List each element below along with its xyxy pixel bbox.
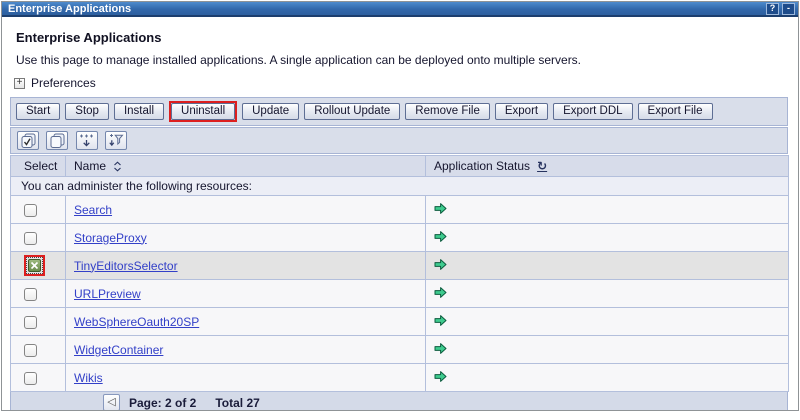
preferences-label: Preferences (31, 76, 96, 90)
select-cell (11, 308, 66, 336)
select-all-icon[interactable] (17, 131, 39, 150)
application-link[interactable]: URLPreview (74, 287, 141, 301)
row-checkbox[interactable] (28, 259, 41, 272)
table-row: TinyEditorsSelector (11, 252, 789, 280)
row-checkbox[interactable] (24, 344, 37, 357)
rollout-update-button[interactable]: Rollout Update (304, 103, 400, 120)
select-cell (11, 364, 66, 392)
select-cell (11, 336, 66, 364)
select-all-glyph (20, 133, 37, 149)
table-row: Search (11, 196, 789, 224)
name-cell: WidgetContainer (66, 336, 426, 364)
previous-page-button[interactable]: ◁ (103, 394, 120, 411)
page-title: Enterprise Applications (16, 30, 798, 45)
page-description: Use this page to manage installed applic… (16, 53, 798, 67)
action-toolbar: Start Stop Install Uninstall Update Rollout U… (10, 97, 788, 126)
row-checkbox[interactable] (24, 232, 37, 245)
status-started-icon (434, 286, 447, 299)
export-ddl-button[interactable]: Export DDL (553, 103, 632, 120)
deselect-all-icon[interactable] (46, 131, 68, 150)
enterprise-applications-window: Enterprise Applications ? - Enterprise A… (1, 1, 799, 411)
window-titlebar: Enterprise Applications ? - (2, 2, 798, 17)
name-cell: WebSphereOauth20SP (66, 308, 426, 336)
status-started-icon (434, 342, 447, 355)
refresh-status-icon[interactable]: ↻ (537, 160, 547, 172)
column-header-status: Application Status ↻ (426, 156, 789, 177)
status-started-icon (434, 258, 447, 271)
application-link[interactable]: Wikis (74, 371, 103, 385)
applications-table: Select Name (10, 155, 789, 392)
highlight-annotation-box: Uninstall (169, 101, 237, 122)
status-started-icon (434, 230, 447, 243)
status-cell (426, 280, 789, 308)
pagination-bar: ◁ Page: 2 of 2 Total 27 (10, 392, 788, 411)
name-cell: URLPreview (66, 280, 426, 308)
sort-icon[interactable] (113, 161, 122, 172)
select-cell (11, 252, 66, 280)
column-header-status-label: Application Status (434, 159, 530, 173)
table-row: StorageProxy (11, 224, 789, 252)
icon-toolbar (10, 127, 788, 154)
update-button[interactable]: Update (242, 103, 299, 120)
name-cell: Search (66, 196, 426, 224)
name-cell: TinyEditorsSelector (66, 252, 426, 280)
table-row: URLPreview (11, 280, 789, 308)
install-button[interactable]: Install (114, 103, 164, 120)
table-row: WidgetContainer (11, 336, 789, 364)
select-cell (11, 196, 66, 224)
apps-table-body: Search StorageProxy TinyEditorsSelector URL… (11, 196, 789, 392)
highlight-annotation-box (24, 255, 45, 276)
name-cell: Wikis (66, 364, 426, 392)
application-link[interactable]: TinyEditorsSelector (74, 259, 178, 273)
row-checkbox[interactable] (24, 316, 37, 329)
window-title: Enterprise Applications (8, 3, 131, 15)
help-button[interactable]: ? (766, 3, 779, 15)
show-filter-icon[interactable] (76, 131, 98, 150)
row-checkbox[interactable] (24, 372, 37, 385)
status-started-icon (434, 202, 447, 215)
preferences-toggle[interactable]: + Preferences (14, 76, 798, 90)
select-cell (11, 280, 66, 308)
application-link[interactable]: Search (74, 203, 112, 217)
stop-button[interactable]: Stop (65, 103, 109, 120)
name-cell: StorageProxy (66, 224, 426, 252)
uninstall-button[interactable]: Uninstall (171, 103, 235, 120)
column-header-name-label: Name (74, 159, 106, 173)
table-row: Wikis (11, 364, 789, 392)
application-link[interactable]: WebSphereOauth20SP (74, 315, 199, 329)
application-link[interactable]: StorageProxy (74, 231, 147, 245)
status-started-icon (434, 370, 447, 383)
status-cell (426, 364, 789, 392)
total-count: Total 27 (215, 396, 259, 410)
expand-icon[interactable]: + (14, 78, 25, 89)
table-header-row: Select Name (11, 156, 789, 177)
row-checkbox[interactable] (24, 288, 37, 301)
table-caption: You can administer the following resourc… (11, 177, 789, 196)
export-file-button[interactable]: Export File (638, 103, 713, 120)
status-cell (426, 308, 789, 336)
table-caption-row: You can administer the following resourc… (11, 177, 789, 196)
application-link[interactable]: WidgetContainer (74, 343, 163, 357)
status-cell (426, 336, 789, 364)
status-started-icon (434, 314, 447, 327)
minimize-button[interactable]: - (782, 3, 795, 15)
hide-filter-glyph (108, 133, 125, 149)
page-indicator: Page: 2 of 2 (129, 396, 196, 410)
row-checkbox[interactable] (24, 204, 37, 217)
status-cell (426, 196, 789, 224)
deselect-all-glyph (49, 133, 66, 149)
export-button[interactable]: Export (495, 103, 548, 120)
column-header-name: Name (66, 156, 426, 177)
status-cell (426, 252, 789, 280)
column-header-select: Select (11, 156, 66, 177)
table-row: WebSphereOauth20SP (11, 308, 789, 336)
show-filter-glyph (78, 133, 95, 149)
remove-file-button[interactable]: Remove File (405, 103, 490, 120)
status-cell (426, 224, 789, 252)
checkbox-focus-ring (26, 257, 43, 274)
page-content: Enterprise Applications Use this page to… (2, 17, 798, 411)
start-button[interactable]: Start (16, 103, 60, 120)
select-cell (11, 224, 66, 252)
hide-filter-icon[interactable] (105, 131, 127, 150)
